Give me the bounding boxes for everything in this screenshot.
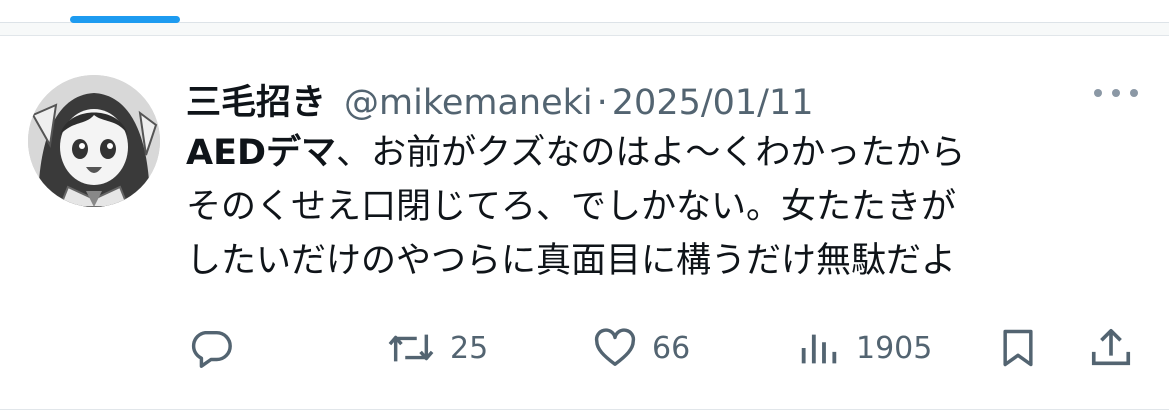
avatar[interactable] — [28, 75, 160, 207]
section-divider — [0, 23, 1169, 36]
share-button[interactable] — [1088, 320, 1134, 376]
reply-icon — [191, 330, 232, 368]
avatar-image — [28, 75, 160, 207]
more-options-icon[interactable] — [1094, 86, 1138, 100]
tweet[interactable]: 三毛招き @mikemaneki · 2025/01/11 AEDデマ、お前がク… — [0, 36, 1169, 410]
tweet-header: 三毛招き @mikemaneki · 2025/01/11 — [186, 74, 814, 123]
tweet-body: AEDデマ、お前がクズなのはよ〜くわかったから そのくせえ口閉じてろ、でしかない… — [186, 126, 1136, 288]
author-handle[interactable]: @mikemaneki — [344, 83, 593, 123]
tweet-date[interactable]: 2025/01/11 — [612, 83, 814, 123]
views-bar-chart-icon — [801, 334, 837, 364]
views-count: 1905 — [856, 330, 933, 366]
heart-icon — [594, 328, 636, 367]
share-upload-icon — [1091, 328, 1131, 366]
bookmark-icon — [1003, 329, 1033, 367]
views-button[interactable]: 1905 — [796, 320, 932, 376]
tweet-body-bold: AEDデマ — [186, 133, 337, 173]
active-tab-indicator — [70, 16, 180, 23]
more-dot — [1112, 89, 1120, 97]
tweet-body-line-1-rest: 、お前がクズなのはよ〜くわかったから — [336, 133, 966, 173]
tweet-body-line-2: そのくせえ口閉じてろ、でしかない。女たたきが — [186, 187, 957, 227]
more-dot — [1094, 89, 1102, 97]
bookmark-button[interactable] — [996, 320, 1040, 376]
author-name[interactable]: 三毛招き — [186, 74, 326, 125]
bottom-divider — [0, 409, 1169, 410]
reply-button[interactable] — [188, 320, 234, 376]
tweet-body-line-3: したいだけのやつらに真面目に構うだけ無駄だよ — [186, 241, 957, 281]
header-separator: · — [596, 83, 608, 123]
like-count: 66 — [652, 330, 691, 366]
retweet-button[interactable]: 25 — [386, 320, 488, 376]
tweet-body-line-1: AEDデマ、お前がクズなのはよ〜くわかったから — [186, 126, 1136, 180]
tweet-actions: 25 66 1905 — [0, 320, 1169, 376]
like-button[interactable]: 66 — [592, 320, 690, 376]
retweet-icon — [388, 334, 434, 362]
more-dot — [1130, 89, 1138, 97]
top-tab-strip — [0, 0, 1169, 23]
retweet-count: 25 — [450, 330, 489, 366]
